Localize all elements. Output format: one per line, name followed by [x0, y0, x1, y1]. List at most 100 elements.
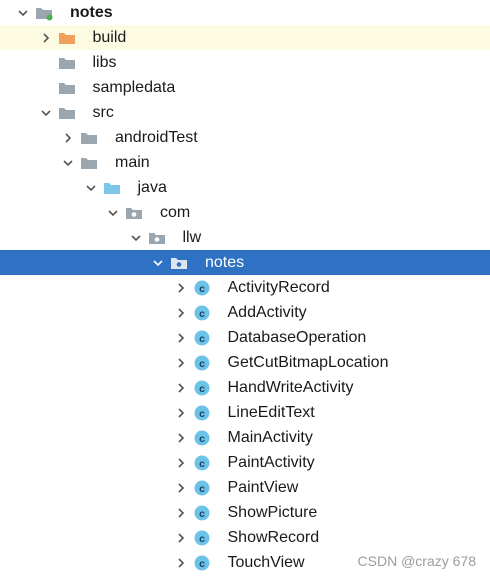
chevron-down-icon[interactable]: [151, 250, 165, 275]
chevron-right-icon[interactable]: [174, 350, 188, 375]
java-class-icon: c: [192, 425, 212, 450]
tree-item-addactivity[interactable]: c AddActivity: [0, 300, 490, 325]
svg-text:c: c: [199, 433, 205, 445]
folder-icon: [79, 150, 99, 175]
tree-item-showrecord[interactable]: c ShowRecord: [0, 525, 490, 550]
svg-text:c: c: [199, 333, 205, 345]
svg-text:c: c: [199, 308, 205, 320]
tree-item-label: src: [92, 103, 114, 121]
tree-item-paintview[interactable]: c PaintView: [0, 475, 490, 500]
chevron-right-icon[interactable]: [174, 375, 188, 400]
tree-item-label: GetCutBitmapLocation: [227, 353, 389, 371]
java-class-icon: c: [192, 475, 212, 500]
java-class-icon: c: [192, 350, 212, 375]
folder-icon: [79, 125, 99, 150]
java-class-icon: c: [192, 275, 212, 300]
tree-item-activityrecord[interactable]: c ActivityRecord: [0, 275, 490, 300]
tree-item-notes[interactable]: notes: [0, 250, 490, 275]
chevron-right-icon[interactable]: [39, 25, 53, 50]
tree-item-paintactivity[interactable]: c PaintActivity: [0, 450, 490, 475]
svg-text:c: c: [199, 283, 205, 295]
tree-item-java[interactable]: java: [0, 175, 490, 200]
tree-item-com[interactable]: com: [0, 200, 490, 225]
chevron-down-icon[interactable]: [129, 225, 143, 250]
java-class-icon: c: [192, 375, 212, 400]
tree-item-label: MainActivity: [227, 428, 313, 446]
java-class-icon: c: [192, 325, 212, 350]
chevron-right-icon[interactable]: [174, 400, 188, 425]
chevron-right-icon[interactable]: [174, 450, 188, 475]
java-class-icon: c: [192, 525, 212, 550]
chevron-right-icon[interactable]: [174, 325, 188, 350]
tree-item-label: sampledata: [92, 78, 176, 96]
tree-item-main[interactable]: main: [0, 150, 490, 175]
chevron-down-icon[interactable]: [61, 150, 75, 175]
chevron-down-icon[interactable]: [39, 100, 53, 125]
package-icon: [124, 200, 144, 225]
chevron-right-icon[interactable]: [174, 425, 188, 450]
source-folder-icon: [102, 175, 122, 200]
tree-item-label: libs: [92, 53, 117, 71]
tree-item-databaseoperation[interactable]: c DatabaseOperation: [0, 325, 490, 350]
java-class-icon: c: [192, 500, 212, 525]
tree-item-label: java: [137, 178, 167, 196]
tree-item-label: ShowPicture: [227, 503, 318, 521]
tree-item-lineedittext[interactable]: c LineEditText: [0, 400, 490, 425]
java-class-icon: c: [192, 300, 212, 325]
chevron-right-icon[interactable]: [174, 475, 188, 500]
svg-text:c: c: [199, 483, 205, 495]
tree-item-label: LineEditText: [227, 403, 315, 421]
tree-item-getcutbitmaplocation[interactable]: c GetCutBitmapLocation: [0, 350, 490, 375]
chevron-right-icon[interactable]: [174, 275, 188, 300]
chevron-right-icon[interactable]: [174, 525, 188, 550]
tree-item-label: notes: [70, 3, 113, 21]
tree-item-libs[interactable]: libs: [0, 50, 490, 75]
tree-item-androidtest[interactable]: androidTest: [0, 125, 490, 150]
excluded-folder-icon: [57, 25, 77, 50]
tree-item-label: com: [160, 203, 191, 221]
svg-text:c: c: [199, 383, 205, 395]
tree-item-showpicture[interactable]: c ShowPicture: [0, 500, 490, 525]
tree-item-label: androidTest: [115, 128, 198, 146]
tree-item-label: ShowRecord: [227, 528, 320, 546]
tree-item-src[interactable]: src: [0, 100, 490, 125]
tree-item-handwriteactivity[interactable]: c HandWriteActivity: [0, 375, 490, 400]
tree-item-label: PaintView: [227, 478, 299, 496]
folder-icon: [57, 100, 77, 125]
svg-text:c: c: [199, 408, 205, 420]
tree-item-label: notes: [205, 253, 245, 271]
java-class-icon: c: [192, 400, 212, 425]
tree-item-label: HandWriteActivity: [227, 378, 354, 396]
tree-item-label: TouchView: [227, 553, 305, 571]
chevron-right-icon[interactable]: [174, 550, 188, 575]
tree-item-label: build: [92, 28, 127, 46]
chevron-right-icon[interactable]: [174, 300, 188, 325]
svg-text:c: c: [199, 558, 205, 570]
chevron-down-icon[interactable]: [84, 175, 98, 200]
folder-icon: [57, 50, 77, 75]
tree-item-label: AddActivity: [227, 303, 307, 321]
chevron-down-icon[interactable]: [106, 200, 120, 225]
svg-text:c: c: [199, 358, 205, 370]
tree-item-llw[interactable]: llw: [0, 225, 490, 250]
package-icon: [147, 225, 167, 250]
tree-item-label: main: [115, 153, 150, 171]
chevron-down-icon[interactable]: [16, 0, 30, 25]
java-class-icon: c: [192, 450, 212, 475]
tree-item-label: DatabaseOperation: [227, 328, 367, 346]
tree-item-label: PaintActivity: [227, 453, 315, 471]
tree-item-label: llw: [182, 228, 202, 246]
tree-item-mainactivity[interactable]: c MainActivity: [0, 425, 490, 450]
java-class-icon: c: [192, 550, 212, 575]
tree-item-sampledata[interactable]: sampledata: [0, 75, 490, 100]
tree-item-notes[interactable]: notes: [0, 0, 490, 25]
folder-icon: [57, 75, 77, 100]
watermark: CSDN @crazy 678: [357, 553, 476, 569]
svg-text:c: c: [199, 508, 205, 520]
chevron-right-icon[interactable]: [174, 500, 188, 525]
tree-item-build[interactable]: build: [0, 25, 490, 50]
chevron-right-icon[interactable]: [61, 125, 75, 150]
tree-item-label: ActivityRecord: [227, 278, 330, 296]
module-folder-icon: [34, 0, 54, 25]
svg-text:c: c: [199, 533, 205, 545]
